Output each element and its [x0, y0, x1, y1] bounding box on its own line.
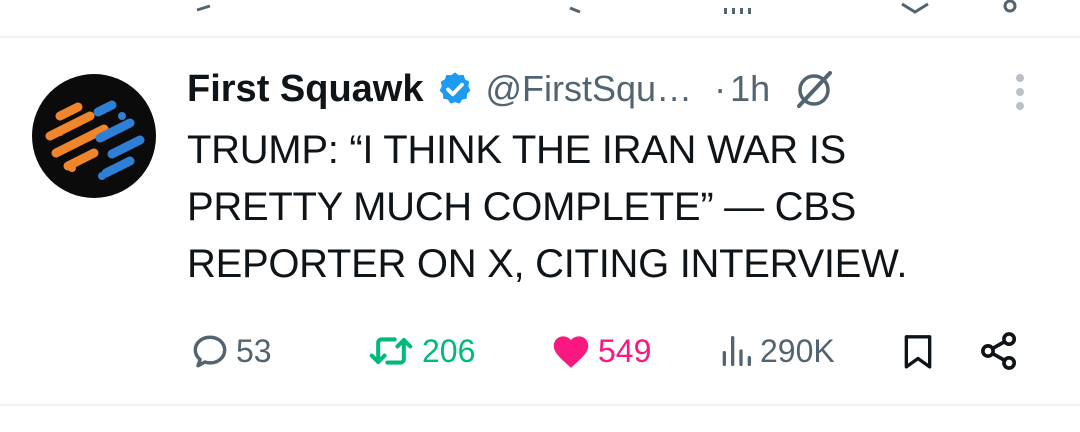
- repost-button[interactable]: 206: [364, 326, 475, 376]
- views-button[interactable]: 290K: [716, 326, 835, 376]
- heart-icon: [553, 336, 589, 368]
- timestamp[interactable]: 1h: [730, 68, 770, 110]
- reply-button[interactable]: 53: [188, 326, 272, 376]
- bookmark-icon: [904, 335, 932, 369]
- bookmark-button[interactable]: [898, 326, 938, 376]
- avatar[interactable]: [32, 74, 156, 198]
- views-count: 290K: [760, 332, 835, 369]
- top-divider: [0, 36, 1080, 38]
- verified-badge-icon: [436, 70, 474, 108]
- more-vertical-icon[interactable]: [1008, 72, 1032, 112]
- tweet-header: First Squawk @FirstSqu… · 1h: [187, 62, 836, 116]
- separator-dot: ·: [714, 68, 727, 109]
- tweet-text: TRUMP: “I THINK THE IRAN WAR IS PRETTY M…: [187, 128, 908, 286]
- author-name[interactable]: First Squawk: [187, 68, 424, 111]
- author-handle[interactable]: @FirstSqu…: [486, 68, 693, 110]
- like-count: 549: [598, 332, 652, 369]
- previous-post-actions-partial: [0, 0, 1080, 14]
- action-bar: 53 206 549 290K: [0, 326, 1080, 376]
- bottom-divider: [0, 404, 1080, 406]
- first-squawk-logo: [45, 100, 145, 180]
- reply-count: 53: [236, 332, 272, 369]
- like-button[interactable]: 549: [548, 326, 651, 376]
- grok-icon[interactable]: [792, 67, 836, 111]
- views-icon: [722, 336, 751, 366]
- share-icon: [981, 332, 1017, 370]
- repost-count: 206: [422, 332, 476, 369]
- share-button[interactable]: [976, 326, 1022, 376]
- reply-icon: [193, 335, 227, 368]
- repost-icon: [369, 337, 413, 365]
